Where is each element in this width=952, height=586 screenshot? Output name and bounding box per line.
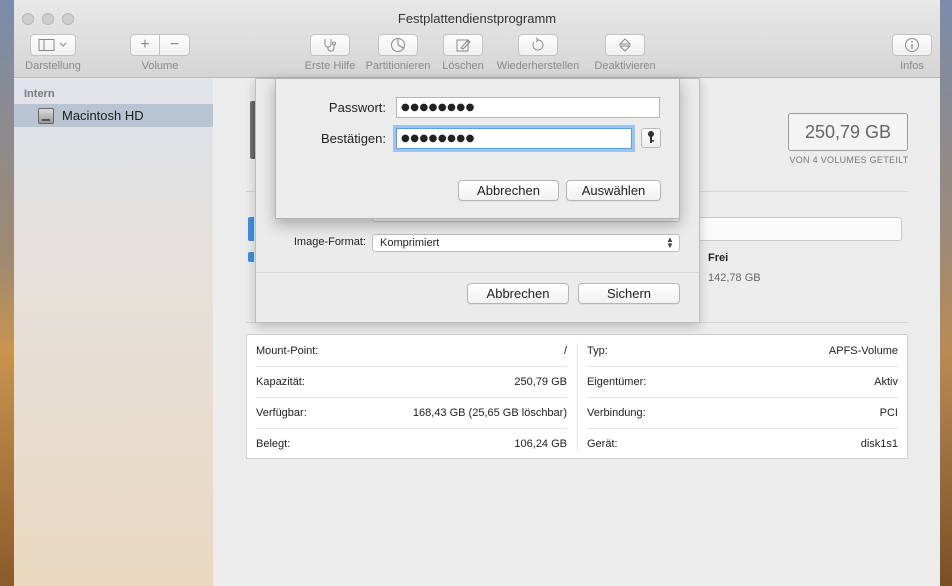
info-value: PCI [879,406,898,419]
restore-arrow-icon [530,37,546,53]
sidebar-item-macintosh-hd[interactable]: Macintosh HD [14,104,213,127]
disk-icon [38,107,54,124]
info-row-used: Belegt: 106,24 GB [256,428,567,459]
divider [256,272,699,273]
partition-button[interactable] [378,34,418,56]
free-value: 142,78 GB [708,272,761,284]
view-label: Darstellung [25,60,81,72]
free-label: Frei [708,252,729,264]
info-row-device: Gerät: disk1s1 [587,428,898,459]
volume-label: Volume [141,60,179,72]
password-field[interactable]: ●●●●●●●● [396,97,660,118]
info-value: / [563,344,567,357]
desktop-wallpaper-left [0,0,14,586]
info-key: Eigentümer: [587,375,647,388]
info-value: 168,43 GB (25,65 GB löschbar) [412,406,567,419]
choose-button[interactable]: Auswählen [566,180,661,201]
info-value: APFS-Volume [828,344,898,357]
key-icon [646,130,656,147]
chevron-updown-icon: ▲ ▼ [666,235,674,250]
usage-segment-used [248,217,254,241]
desktop-wallpaper-right [940,0,952,586]
stethoscope-icon [322,38,338,52]
info-key: Gerät: [587,437,618,450]
password-cancel-button[interactable]: Abbrechen [458,180,559,201]
restore-label: Wiederherstellen [496,60,580,72]
password-label: Passwort: [328,100,386,115]
image-format-label: Image-Format: [293,236,366,248]
title-bar: Festplattendienstprogramm Darstellung + … [14,0,940,78]
info-key: Belegt: [256,437,291,450]
plus-icon: + [140,36,150,53]
erase-label: Löschen [442,60,484,72]
info-row-capacity: Kapazität: 250,79 GB [256,366,567,397]
info-table: Mount-Point: / Kapazität: 250,79 GB Verf… [246,334,908,459]
info-value: Aktiv [874,375,898,388]
usage-bar [698,217,902,241]
info-key: Verfügbar: [256,406,307,419]
info-button[interactable] [892,34,932,56]
deactivate-label: Deaktivieren [594,60,656,72]
info-value: 250,79 GB [514,375,567,388]
first-aid-button[interactable] [310,34,350,56]
save-button[interactable]: Sichern [578,283,680,304]
info-key: Mount-Point: [256,344,319,357]
info-label: Infos [900,60,924,72]
info-row-connection: Verbindung: PCI [587,397,898,428]
sidebar-section-internal: Intern [24,88,55,100]
info-key: Verbindung: [587,406,646,419]
confirm-label: Bestätigen: [320,131,386,146]
minus-icon: − [169,36,180,53]
info-value: 106,24 GB [514,437,567,450]
partition-label: Partitionieren [365,60,431,72]
eject-icon [618,37,632,53]
save-sheet-cancel-button[interactable]: Abbrechen [467,283,569,304]
sidebar-item-label: Macintosh HD [62,108,144,123]
info-key: Kapazität: [256,375,305,388]
sidebar: Intern Macintosh HD [14,79,213,586]
info-row-owners: Eigentümer: Aktiv [587,366,898,397]
info-icon [904,37,920,53]
info-row-available: Verfügbar: 168,43 GB (25,65 GB löschbar) [256,397,567,428]
confirm-password-field[interactable]: ●●●●●●●● [396,128,632,149]
erase-button[interactable] [443,34,483,56]
legend-used-swatch [248,252,254,262]
sidebar-view-icon [38,38,68,52]
password-sheet: Passwort: ●●●●●●●● Bestätigen: ●●●●●●●● … [275,78,680,219]
info-key: Typ: [587,344,608,357]
erase-pencil-icon [455,37,471,53]
info-value: disk1s1 [860,437,898,450]
password-assistant-button[interactable] [641,128,661,148]
column-divider [577,343,578,451]
first-aid-label: Erste Hilfe [304,60,356,72]
info-row-mount-point: Mount-Point: / [256,335,567,366]
window-title: Festplattendienstprogramm [397,11,557,26]
deactivate-button[interactable] [605,34,645,56]
view-button[interactable] [30,34,76,56]
capacity-box: 250,79 GB [788,113,908,151]
add-volume-button[interactable]: + [130,34,160,56]
info-row-type: Typ: APFS-Volume [587,335,898,366]
pie-partition-icon [390,37,406,53]
capacity-shared-note: VON 4 VOLUMES GETEILT [789,155,909,165]
remove-volume-button[interactable]: − [159,34,190,56]
restore-button[interactable] [518,34,558,56]
image-format-value: Komprimiert [380,237,440,249]
image-format-select[interactable]: Komprimiert ▲ ▼ [372,234,680,252]
